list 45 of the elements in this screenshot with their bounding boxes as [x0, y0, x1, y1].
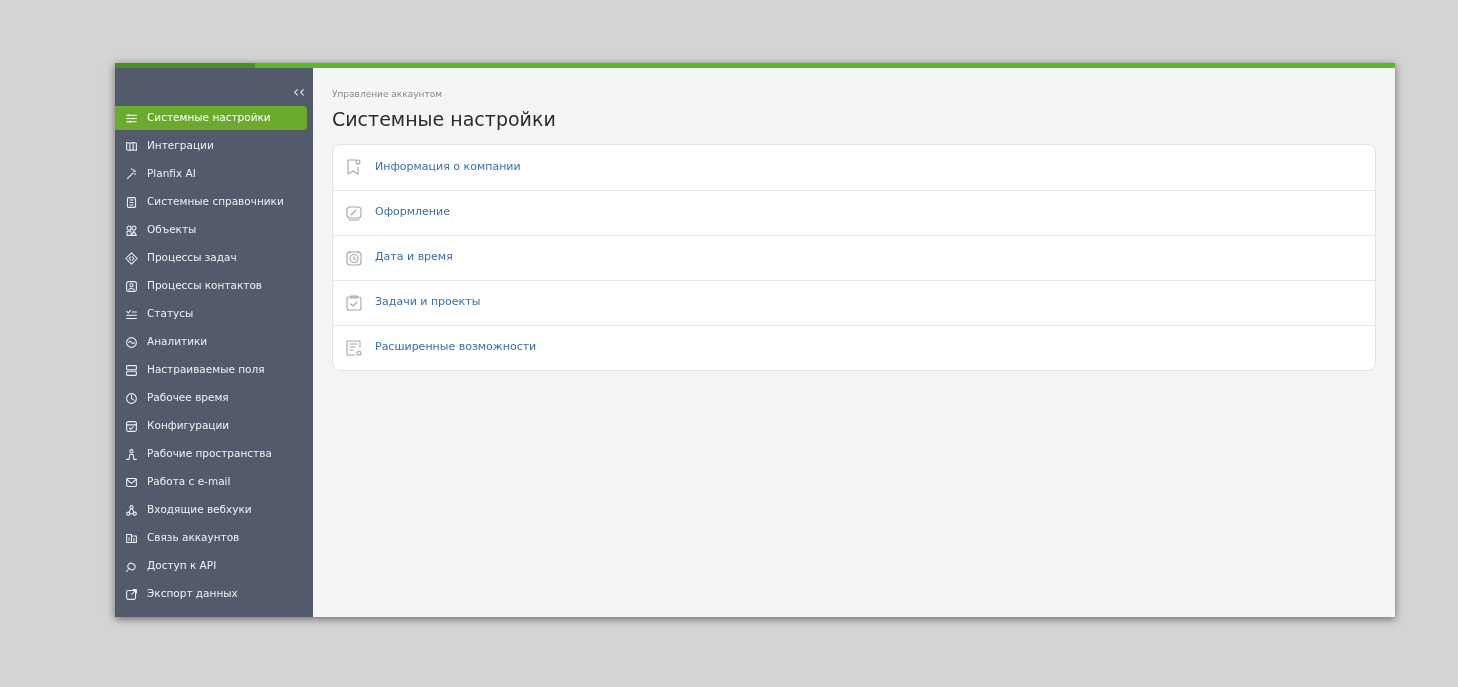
sidebar-item[interactable]: Экспорт данных [115, 582, 307, 606]
document-gear-icon [345, 338, 363, 357]
contact-card-icon [125, 279, 138, 293]
sidebar-item[interactable]: Входящие вебхуки [115, 498, 307, 522]
wave-circle-icon [125, 335, 138, 349]
sidebar-item[interactable]: Planfix AI [115, 162, 307, 186]
magic-wand-icon [125, 167, 138, 181]
calendar-check-icon [125, 419, 138, 433]
clock-icon [125, 391, 138, 405]
envelope-icon [125, 475, 138, 489]
document-list-icon [125, 195, 138, 209]
webhook-icon [125, 503, 138, 517]
sidebar-item[interactable]: Процессы задач [115, 246, 307, 270]
sidebar-item[interactable]: Системные справочники [115, 190, 307, 214]
section-link[interactable]: Информация о компании [375, 158, 521, 176]
sidebar-item[interactable]: Конфигурации [115, 414, 307, 438]
sidebar-item[interactable]: Процессы контактов [115, 274, 307, 298]
sidebar-item[interactable]: Рабочие пространства [115, 442, 307, 466]
sidebar-item[interactable]: Работа с e-mail [115, 470, 307, 494]
sidebar-item[interactable]: Объекты [115, 218, 307, 242]
section-link[interactable]: Задачи и проекты [375, 294, 481, 311]
section-link[interactable]: Расширенные возможности [375, 339, 537, 356]
linked-cards-icon [125, 531, 138, 545]
sidebar-item[interactable]: Доступ к API [115, 554, 307, 578]
section-link[interactable]: Оформление [375, 204, 450, 221]
shapes-icon [125, 223, 138, 237]
page-title: Системные настройки [332, 107, 556, 132]
sidebar-item[interactable]: Рабочее время [115, 386, 307, 410]
fields-icon [125, 363, 138, 377]
sliders-icon [125, 111, 138, 125]
export-icon [125, 587, 138, 601]
sidebar-item[interactable]: Связь аккаунтов [115, 526, 307, 550]
breadcrumb[interactable]: Управление аккаунтом [332, 88, 442, 102]
collapse-button[interactable]: ‹‹ [291, 82, 307, 102]
sidebar-item[interactable]: Аналитики [115, 330, 307, 354]
sidebar-item[interactable]: Статусы [115, 302, 307, 326]
bookmark-gear-icon [345, 158, 363, 176]
clipboard-check-icon [345, 293, 363, 312]
sidebar-item[interactable]: Настраиваемые поля [115, 358, 307, 382]
section-link[interactable]: Дата и время [375, 249, 453, 266]
sidebar-item[interactable]: Интеграции [115, 134, 307, 158]
checklist-icon [125, 307, 138, 321]
monitor-brush-icon [345, 203, 363, 222]
calendar-clock-icon [345, 248, 363, 267]
code-diamond-icon [125, 251, 138, 265]
